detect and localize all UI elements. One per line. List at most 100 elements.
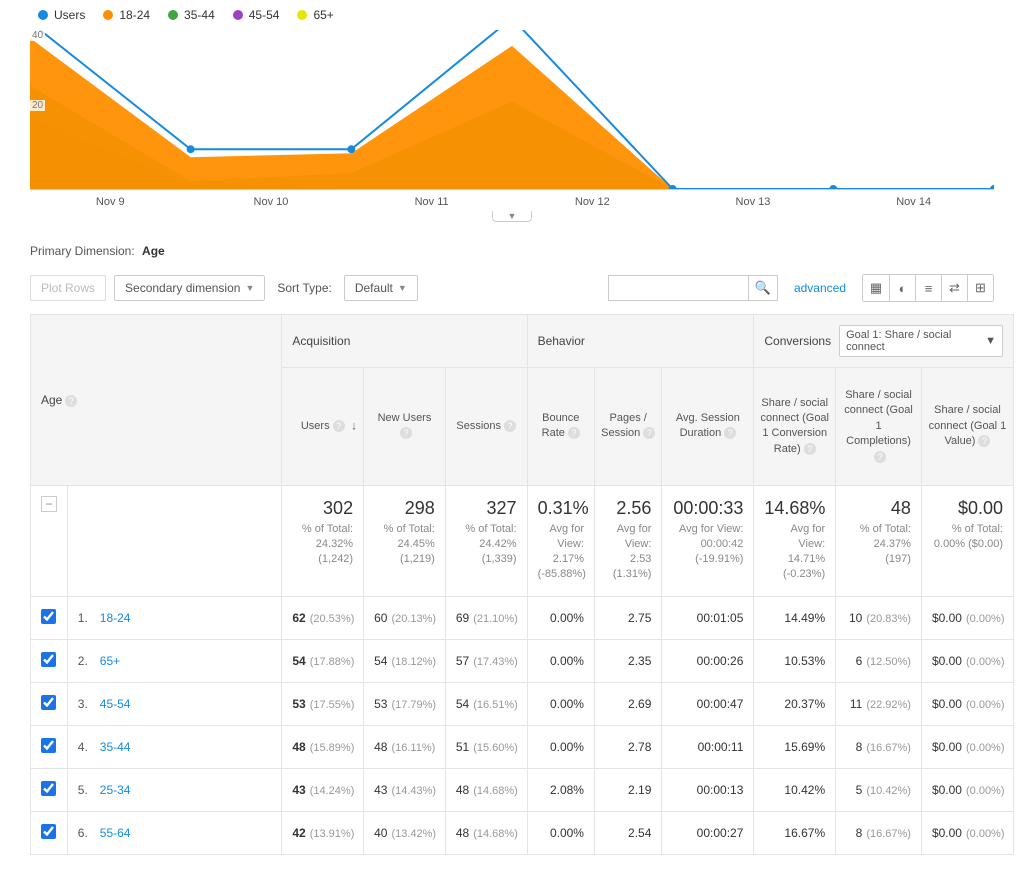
- row-dimension: 5.25-34: [67, 768, 282, 811]
- cell-pages: 2.54: [594, 811, 661, 854]
- row-dimension: 4.35-44: [67, 725, 282, 768]
- chart-xtick: Nov 13: [673, 196, 834, 208]
- group-conversions-label: Conversions: [764, 334, 831, 348]
- summary-bounce: 0.31%Avg for View: 2.17% (-85.88%): [527, 485, 594, 596]
- cell-sessions: 48(14.68%): [445, 811, 527, 854]
- row-checkbox[interactable]: [41, 824, 56, 839]
- chart-expand-handle[interactable]: ▼: [492, 211, 532, 222]
- legend-swatch: [168, 10, 178, 20]
- view-table-button[interactable]: ▦: [863, 275, 889, 301]
- secondary-dimension-dropdown[interactable]: Secondary dimension ▼: [114, 275, 265, 301]
- legend-item[interactable]: 18-24: [103, 8, 150, 22]
- table-row: 3.45-5453(17.55%)53(17.79%)54(16.51%)0.0…: [31, 682, 1014, 725]
- chevron-down-icon: ▼: [398, 283, 407, 293]
- chart-xtick: Nov 12: [512, 196, 673, 208]
- help-icon[interactable]: ?: [874, 451, 886, 463]
- sort-type-dropdown[interactable]: Default ▼: [344, 275, 418, 301]
- cell-duration: 00:01:05: [662, 596, 754, 639]
- legend-item[interactable]: 65+: [297, 8, 333, 22]
- col-conv-rate[interactable]: Share / social connect (Goal 1 Conversio…: [754, 368, 836, 486]
- cell-completions: 5(10.42%): [836, 768, 922, 811]
- help-icon[interactable]: ?: [504, 420, 516, 432]
- dimension-link[interactable]: 55-64: [100, 826, 131, 840]
- secondary-dimension-label: Secondary dimension: [125, 281, 240, 295]
- col-value[interactable]: Share / social connect (Goal 1 Value)?: [921, 368, 1013, 486]
- row-checkbox[interactable]: [41, 609, 56, 624]
- cell-value: $0.00(0.00%): [921, 596, 1013, 639]
- chart-ytick: 20: [30, 100, 45, 111]
- cell-completions: 6(12.50%): [836, 639, 922, 682]
- summary-new-users: 298% of Total: 24.45% (1,219): [364, 485, 446, 596]
- cell-value: $0.00(0.00%): [921, 811, 1013, 854]
- table-row: 4.35-4448(15.89%)48(16.11%)51(15.60%)0.0…: [31, 725, 1014, 768]
- col-users[interactable]: Users?↓: [282, 368, 364, 486]
- cell-sessions: 51(15.60%): [445, 725, 527, 768]
- row-dimension: 3.45-54: [67, 682, 282, 725]
- view-performance-button[interactable]: ≡: [915, 275, 941, 301]
- cell-sessions: 48(14.68%): [445, 768, 527, 811]
- view-pivot-button[interactable]: ⊞: [967, 275, 993, 301]
- chart-xtick: Nov 11: [351, 196, 512, 208]
- view-pie-button[interactable]: ◐: [889, 275, 915, 301]
- cell-pages: 2.75: [594, 596, 661, 639]
- legend-swatch: [297, 10, 307, 20]
- advanced-link[interactable]: advanced: [786, 281, 854, 295]
- row-checkbox[interactable]: [41, 652, 56, 667]
- legend-item[interactable]: Users: [38, 8, 85, 22]
- dimension-link[interactable]: 18-24: [100, 611, 131, 625]
- chart[interactable]: 40 20: [30, 30, 994, 190]
- summary-row: − 302% of Total: 24.32% (1,242) 298% of …: [31, 485, 1014, 596]
- col-completions[interactable]: Share / social connect (Goal 1 Completio…: [836, 368, 922, 486]
- col-sessions[interactable]: Sessions?: [445, 368, 527, 486]
- help-icon[interactable]: ?: [978, 435, 990, 447]
- help-icon[interactable]: ?: [333, 420, 345, 432]
- row-checkbox[interactable]: [41, 695, 56, 710]
- legend-item[interactable]: 35-44: [168, 8, 215, 22]
- row-dimension: 1.18-24: [67, 596, 282, 639]
- cell-bounce: 0.00%: [527, 639, 594, 682]
- col-age[interactable]: Age?: [31, 315, 282, 486]
- col-bounce-rate[interactable]: Bounce Rate?: [527, 368, 594, 486]
- search-input[interactable]: [608, 275, 748, 301]
- help-icon[interactable]: ?: [804, 443, 816, 455]
- help-icon[interactable]: ?: [568, 427, 580, 439]
- primary-dimension-label: Primary Dimension:: [30, 244, 135, 258]
- col-new-users[interactable]: New Users?: [364, 368, 446, 486]
- dimension-link[interactable]: 25-34: [100, 783, 131, 797]
- dimension-link[interactable]: 65+: [100, 654, 120, 668]
- chart-xtick: Nov 14: [833, 196, 994, 208]
- dimension-link[interactable]: 45-54: [100, 697, 131, 711]
- cell-conv-rate: 10.42%: [754, 768, 836, 811]
- cell-completions: 8(16.67%): [836, 725, 922, 768]
- legend-swatch: [38, 10, 48, 20]
- view-comparison-button[interactable]: ⇄: [941, 275, 967, 301]
- group-behavior: Behavior: [527, 315, 754, 368]
- help-icon[interactable]: ?: [400, 427, 412, 439]
- bars-icon: ≡: [925, 281, 933, 296]
- cell-sessions: 69(21.10%): [445, 596, 527, 639]
- help-icon[interactable]: ?: [724, 427, 736, 439]
- data-table: Age? Acquisition Behavior Conversions Go…: [30, 314, 1014, 855]
- row-checkbox[interactable]: [41, 738, 56, 753]
- cell-duration: 00:00:47: [662, 682, 754, 725]
- help-icon[interactable]: ?: [643, 427, 655, 439]
- cell-users: 62(20.53%): [282, 596, 364, 639]
- cell-pages: 2.78: [594, 725, 661, 768]
- cell-users: 43(14.24%): [282, 768, 364, 811]
- primary-dimension-value[interactable]: Age: [142, 244, 165, 258]
- search-icon: 🔍: [755, 280, 771, 295]
- goal-select-dropdown[interactable]: Goal 1: Share / social connect ▼: [839, 325, 1003, 357]
- dimension-link[interactable]: 35-44: [100, 740, 131, 754]
- row-checkbox[interactable]: [41, 781, 56, 796]
- chart-svg: [30, 30, 994, 189]
- col-pages-session[interactable]: Pages / Session?: [594, 368, 661, 486]
- cell-duration: 00:00:11: [662, 725, 754, 768]
- collapse-all-button[interactable]: −: [41, 496, 57, 512]
- help-icon[interactable]: ?: [65, 395, 77, 407]
- table-row: 2.65+54(17.88%)54(18.12%)57(17.43%)0.00%…: [31, 639, 1014, 682]
- legend-item[interactable]: 45-54: [233, 8, 280, 22]
- plot-rows-button[interactable]: Plot Rows: [30, 275, 106, 301]
- col-avg-duration[interactable]: Avg. Session Duration?: [662, 368, 754, 486]
- table-search: 🔍: [608, 275, 778, 301]
- search-button[interactable]: 🔍: [748, 275, 778, 301]
